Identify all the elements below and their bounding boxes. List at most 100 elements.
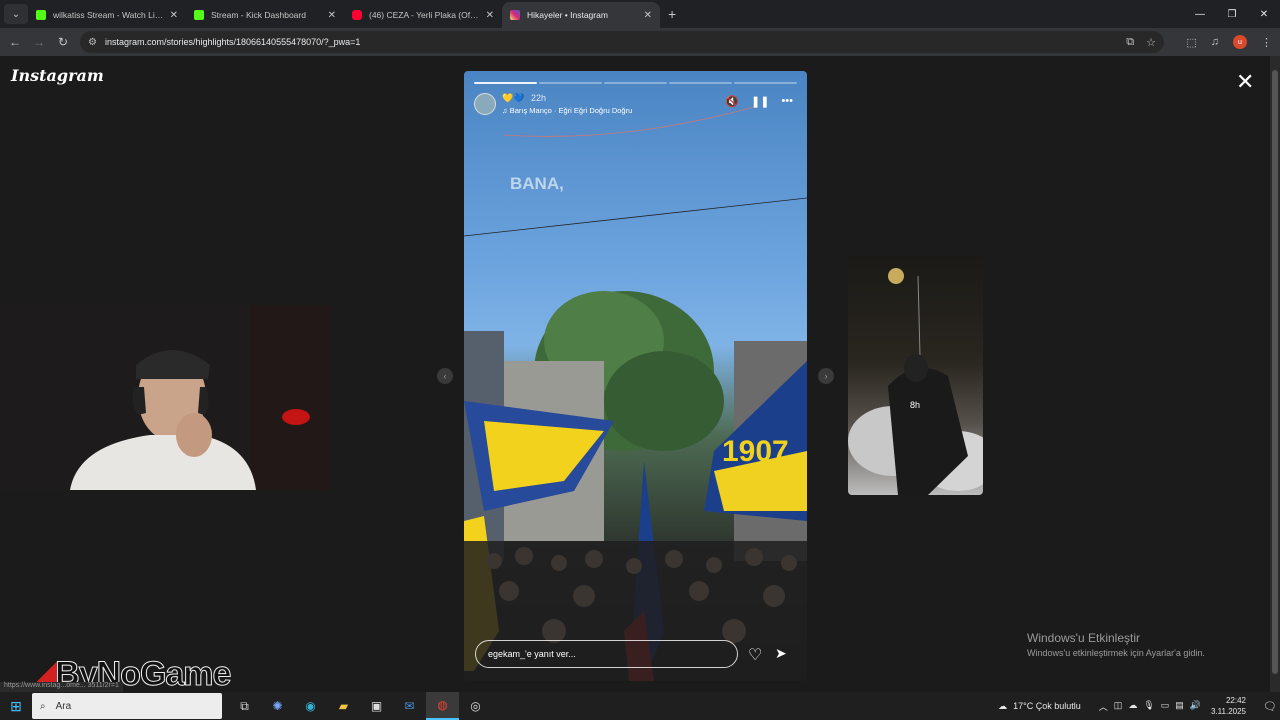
bookmark-star-icon[interactable]: ☆ (1146, 36, 1156, 49)
network-icon[interactable]: ▤ (1175, 700, 1184, 713)
file-explorer-icon[interactable]: ▰ (327, 692, 360, 720)
story-controls: 🔇 ❚❚ ••• (725, 95, 793, 108)
send-direct-icon[interactable]: ➤ (775, 645, 787, 662)
close-tab-icon[interactable]: ✕ (328, 10, 336, 21)
tab-instagram[interactable]: Hikayeler • Instagram ✕ (502, 2, 660, 28)
media-controls-icon[interactable]: ♫ (1211, 36, 1219, 48)
story-music-label: Barış Manço · Eğri Eğri Doğru Doğru (509, 106, 633, 115)
search-placeholder: Ara (55, 700, 72, 712)
back-icon[interactable]: ← (3, 35, 27, 49)
instagram-story-viewer: Instagram ✕ ‹ › 1907 💛💙 22h ♫ Barış Manç… (0, 56, 1270, 694)
tab-youtube[interactable]: (46) CEZA - Yerli Plaka (Official ✕ (344, 2, 502, 28)
close-tab-icon[interactable]: ✕ (170, 10, 178, 21)
pause-icon[interactable]: ❚❚ (751, 95, 769, 108)
story-header: 💛💙 22h ♫ Barış Manço · Eğri Eğri Doğru D… (474, 93, 797, 119)
windows-taskbar: ⊞ ⌕ Ara ⧉ ✺ ◉ ▰ ▣ ✉ ◍ ◎ ☁ 17°C Çok bulut… (0, 692, 1280, 720)
story-author-avatar[interactable] (474, 93, 496, 115)
menu-kebab-icon[interactable]: ⋮ (1261, 36, 1272, 49)
weather-text: 17°C Çok bulutlu (1013, 701, 1081, 711)
muted-speaker-icon[interactable]: 🔇 (725, 95, 739, 108)
tab-kick-stream[interactable]: wilkatiss Stream - Watch Live o ✕ (28, 2, 186, 28)
restore-icon[interactable]: ❐ (1216, 0, 1248, 28)
close-story-icon[interactable]: ✕ (1236, 71, 1254, 93)
taskbar-clock[interactable]: 22:42 3.11.2025 (1211, 695, 1246, 717)
tab-strip: ⌄ wilkatiss Stream - Watch Live o ✕ Stre… (0, 0, 1280, 28)
microphone-icon[interactable]: 🎙 (1143, 700, 1154, 713)
previous-story-arrow-icon[interactable]: ‹ (437, 368, 453, 384)
more-options-icon[interactable]: ••• (781, 95, 793, 108)
close-tab-icon[interactable]: ✕ (486, 10, 494, 21)
reload-icon[interactable]: ↻ (51, 35, 75, 49)
chrome-icon[interactable]: ◍ (426, 692, 459, 720)
reply-placeholder: egekam_'e yanıt ver... (488, 649, 576, 659)
tray-app-icon[interactable]: ◫ (1114, 700, 1123, 713)
tab-kick-dashboard[interactable]: Stream - Kick Dashboard ✕ (186, 2, 344, 28)
clock-date: 3.11.2025 (1211, 707, 1246, 716)
copilot-icon[interactable]: ✺ (261, 692, 294, 720)
progress-segment (539, 82, 602, 84)
profile-avatar[interactable]: u (1233, 35, 1247, 49)
story-photo: 1907 (464, 106, 807, 681)
next-story-photo (848, 268, 983, 495)
system-tray: ☁ 17°C Çok bulutlu ︿ ◫ ☁ 🎙 ▭ ▤ 🔊 22:42 3… (998, 692, 1280, 720)
progress-segment (474, 82, 537, 84)
url-text: instagram.com/stories/highlights/1806614… (104, 37, 361, 47)
like-heart-icon[interactable]: ♡ (748, 645, 762, 665)
story-progress-bar (474, 82, 797, 84)
install-app-icon[interactable]: ⧉ (1126, 36, 1134, 49)
webcam-overlay (0, 305, 330, 490)
reply-input[interactable]: egekam_'e yanıt ver... (475, 640, 738, 668)
story-music[interactable]: ♫ Barış Manço · Eğri Eğri Doğru Doğru (502, 106, 632, 115)
edge-icon[interactable]: ◉ (294, 692, 327, 720)
taskbar-search[interactable]: ⌕ Ara (32, 693, 222, 719)
mail-icon[interactable]: ✉ (393, 692, 426, 720)
tray-display-icon[interactable]: ▭ (1161, 700, 1170, 713)
store-icon[interactable]: ▣ (360, 692, 393, 720)
youtube-favicon-icon (352, 10, 362, 20)
progress-segment (604, 82, 667, 84)
instagram-favicon-icon (510, 10, 520, 20)
toolbar: ← → ↻ ⚙ instagram.com/stories/highlights… (0, 28, 1280, 56)
task-view-icon[interactable]: ⧉ (228, 692, 261, 720)
next-story-arrow-icon[interactable]: › (818, 368, 834, 384)
cloud-icon: ☁ (998, 700, 1008, 711)
activation-title: Windows'u Etkinleştir (1027, 631, 1140, 645)
chevron-up-icon[interactable]: ︿ (1099, 700, 1108, 713)
volume-icon[interactable]: 🔊 (1190, 700, 1201, 713)
story-author-emoji[interactable]: 💛💙 (502, 93, 524, 104)
obs-icon[interactable]: ◎ (459, 692, 492, 720)
close-window-icon[interactable]: ✕ (1248, 0, 1280, 28)
search-icon: ⌕ (40, 700, 46, 712)
story-overlay-text: BANA, (510, 174, 564, 193)
story-timestamp: 22h (531, 93, 547, 103)
activation-subtitle: Windows'u etkinleştirmek için Ayarlar'a … (1027, 648, 1205, 658)
streamer-webcam-image (0, 305, 330, 490)
extensions-icon[interactable]: ⬚ (1186, 36, 1196, 49)
instagram-logo[interactable]: Instagram (11, 66, 104, 85)
close-tab-icon[interactable]: ✕ (644, 10, 652, 21)
kick-favicon-icon (36, 10, 46, 20)
clock-time: 22:42 (1225, 696, 1246, 705)
windows-start-icon[interactable]: ⊞ (0, 692, 32, 720)
next-story-timestamp: 8h (910, 400, 921, 410)
status-bar-url: https://www.instag...ome... 3511/2r=1 (0, 682, 123, 692)
next-story-preview[interactable]: 8h (848, 256, 983, 495)
weather-widget[interactable]: ☁ 17°C Çok bulutlu (998, 701, 1081, 712)
forward-icon[interactable]: → (27, 35, 51, 49)
tray-cloud-icon[interactable]: ☁ (1128, 700, 1137, 713)
new-tab-icon[interactable]: + (668, 6, 676, 22)
tab-search-icon[interactable]: ⌄ (4, 4, 28, 24)
notifications-icon[interactable]: 🗨 (1260, 700, 1280, 713)
progress-segment (734, 82, 797, 84)
scrollbar-thumb[interactable] (1272, 70, 1278, 674)
minimize-icon[interactable]: — (1184, 0, 1216, 28)
site-info-icon[interactable]: ⚙ (88, 37, 97, 48)
tab-title: Stream - Kick Dashboard (211, 10, 306, 20)
page-scrollbar[interactable] (1270, 56, 1280, 692)
address-bar[interactable]: ⚙ instagram.com/stories/highlights/18066… (80, 31, 1164, 53)
music-note-icon: ♫ (502, 106, 508, 115)
window-controls: — ❐ ✕ (1184, 0, 1280, 28)
svg-text:1907: 1907 (722, 435, 789, 468)
windows-activation-watermark: Windows'u Etkinleştir Windows'u etkinleş… (1027, 631, 1205, 658)
story-card[interactable]: 1907 💛💙 22h ♫ Barış Manço · Eğri Eğri Do… (464, 71, 807, 681)
